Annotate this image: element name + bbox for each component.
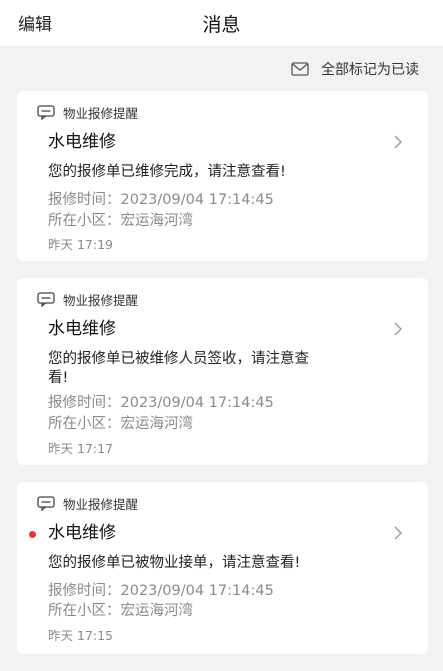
community-label: 所在小区： <box>48 213 121 229</box>
message-title: 水电维修 <box>48 523 116 543</box>
message-title: 水电维修 <box>48 319 116 339</box>
repair-time-value: 2023/09/04 17:14:45 <box>120 395 274 411</box>
message-title: 水电维修 <box>48 132 116 152</box>
message-category-label: 物业报修提醒 <box>63 105 139 121</box>
community-row: 所在小区：宏运海河湾 <box>48 211 193 231</box>
repair-time-value: 2023/09/04 17:14:45 <box>120 192 274 208</box>
community-value: 宏运海河湾 <box>120 213 194 229</box>
message-icon <box>37 291 55 307</box>
repair-time-label: 报修时间： <box>48 192 121 208</box>
received-time: 昨天 17:15 <box>48 628 113 643</box>
message-card[interactable]: 物业报修提醒 水电维修 您的报修单已维修完成，请注意查看! 报修时间：2023/… <box>17 91 428 261</box>
message-category-label: 物业报修提醒 <box>63 292 139 308</box>
mark-all-read-label: 全部标记为已读 <box>321 62 419 78</box>
repair-time-row: 报修时间：2023/09/04 17:14:45 <box>48 581 274 601</box>
message-body: 您的报修单已维修完成，请注意查看! <box>48 164 286 180</box>
message-category: 物业报修提醒 <box>37 494 138 512</box>
received-time: 昨天 17:19 <box>48 237 113 252</box>
message-card[interactable]: 物业报修提醒 水电维修 您的报修单已被维修人员签收，请注意查 看! 报修时间：2… <box>17 278 428 465</box>
community-label: 所在小区： <box>48 416 121 432</box>
community-value: 宏运海河湾 <box>120 603 194 619</box>
mark-all-read-button[interactable]: 全部标记为已读 <box>291 58 419 80</box>
received-time: 昨天 17:17 <box>48 441 113 456</box>
chevron-right-icon[interactable] <box>394 526 402 540</box>
repair-time-label: 报修时间： <box>48 583 121 599</box>
community-label: 所在小区： <box>48 603 121 619</box>
message-icon <box>37 104 55 120</box>
community-row: 所在小区：宏运海河湾 <box>48 601 193 621</box>
message-card[interactable]: 物业报修提醒 水电维修 您的报修单已被物业接单，请注意查看! 报修时间：2023… <box>17 482 428 654</box>
community-value: 宏运海河湾 <box>120 416 194 432</box>
community-row: 所在小区：宏运海河湾 <box>48 414 193 434</box>
repair-time-label: 报修时间： <box>48 395 121 411</box>
chevron-right-icon[interactable] <box>394 135 402 149</box>
message-category-label: 物业报修提醒 <box>63 496 139 512</box>
message-body-line: 看! <box>48 370 69 386</box>
repair-time-value: 2023/09/04 17:14:45 <box>120 583 274 599</box>
message-category: 物业报修提醒 <box>37 290 138 308</box>
repair-time-row: 报修时间：2023/09/04 17:14:45 <box>48 190 274 210</box>
message-body: 您的报修单已被物业接单，请注意查看! <box>48 555 301 571</box>
chevron-right-icon[interactable] <box>394 322 402 336</box>
repair-time-row: 报修时间：2023/09/04 17:14:45 <box>48 393 274 413</box>
page-title: 消息 <box>202 14 241 36</box>
unread-dot <box>29 531 36 538</box>
message-icon <box>37 495 55 511</box>
message-category: 物业报修提醒 <box>37 103 138 121</box>
envelope-icon <box>291 62 309 76</box>
top-bar: 编辑 消息 <box>0 0 443 46</box>
